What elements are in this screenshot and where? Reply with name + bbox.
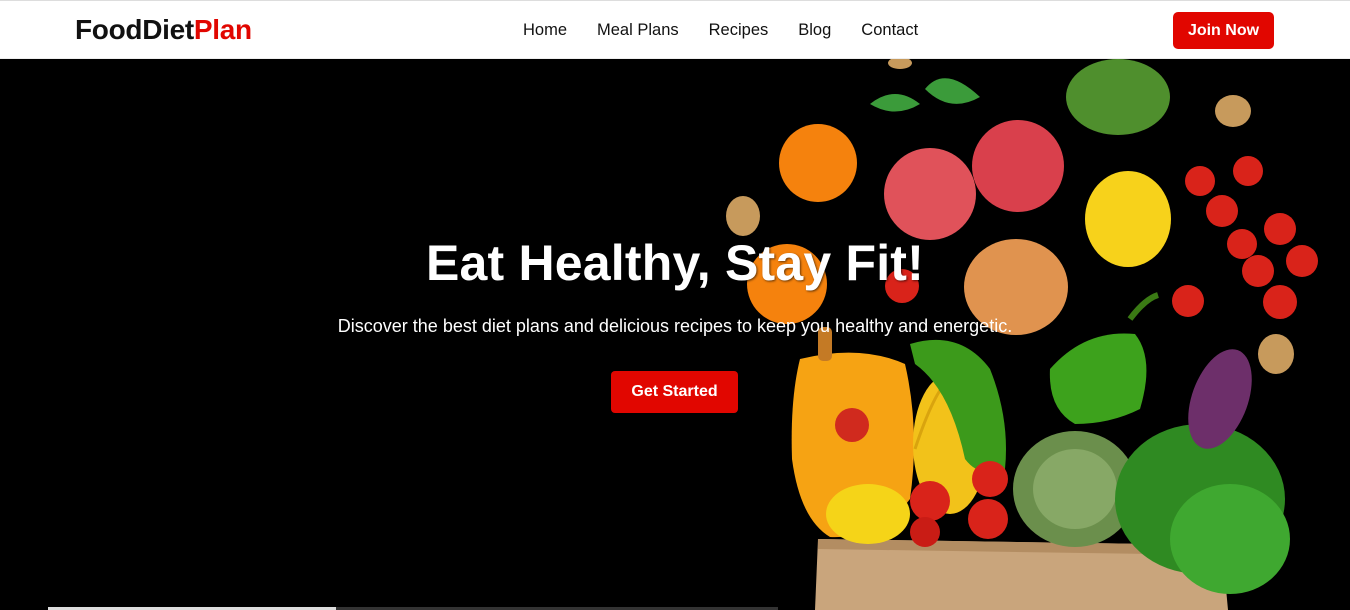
nav-contact[interactable]: Contact [861, 20, 918, 40]
nav-blog[interactable]: Blog [798, 20, 831, 40]
lemon-bottom [826, 484, 910, 544]
site-header: FoodDietPlan Home Meal Plans Recipes Blo… [0, 0, 1350, 59]
nav-home[interactable]: Home [523, 20, 567, 40]
hero-section: Eat Healthy, Stay Fit! Discover the best… [0, 59, 1350, 610]
orange [779, 124, 857, 202]
hero-subtitle: Discover the best diet plans and delicio… [337, 316, 1013, 336]
hero-title: Eat Healthy, Stay Fit! [425, 235, 925, 291]
logo-text-accent: Plan [193, 14, 252, 45]
apple-right [972, 120, 1064, 212]
green-pepper-right [1049, 333, 1147, 424]
broccoli [1066, 59, 1170, 135]
join-now-button[interactable]: Join Now [1173, 12, 1274, 49]
nav-recipes[interactable]: Recipes [709, 20, 769, 40]
logo-text-main: FoodDiet [75, 14, 194, 45]
get-started-button[interactable]: Get Started [611, 371, 738, 413]
brand-logo[interactable]: FoodDietPlan [75, 14, 252, 46]
nav-meal-plans[interactable]: Meal Plans [597, 20, 679, 40]
apple-left [884, 148, 976, 240]
main-nav: Home Meal Plans Recipes Blog Contact [523, 20, 948, 40]
